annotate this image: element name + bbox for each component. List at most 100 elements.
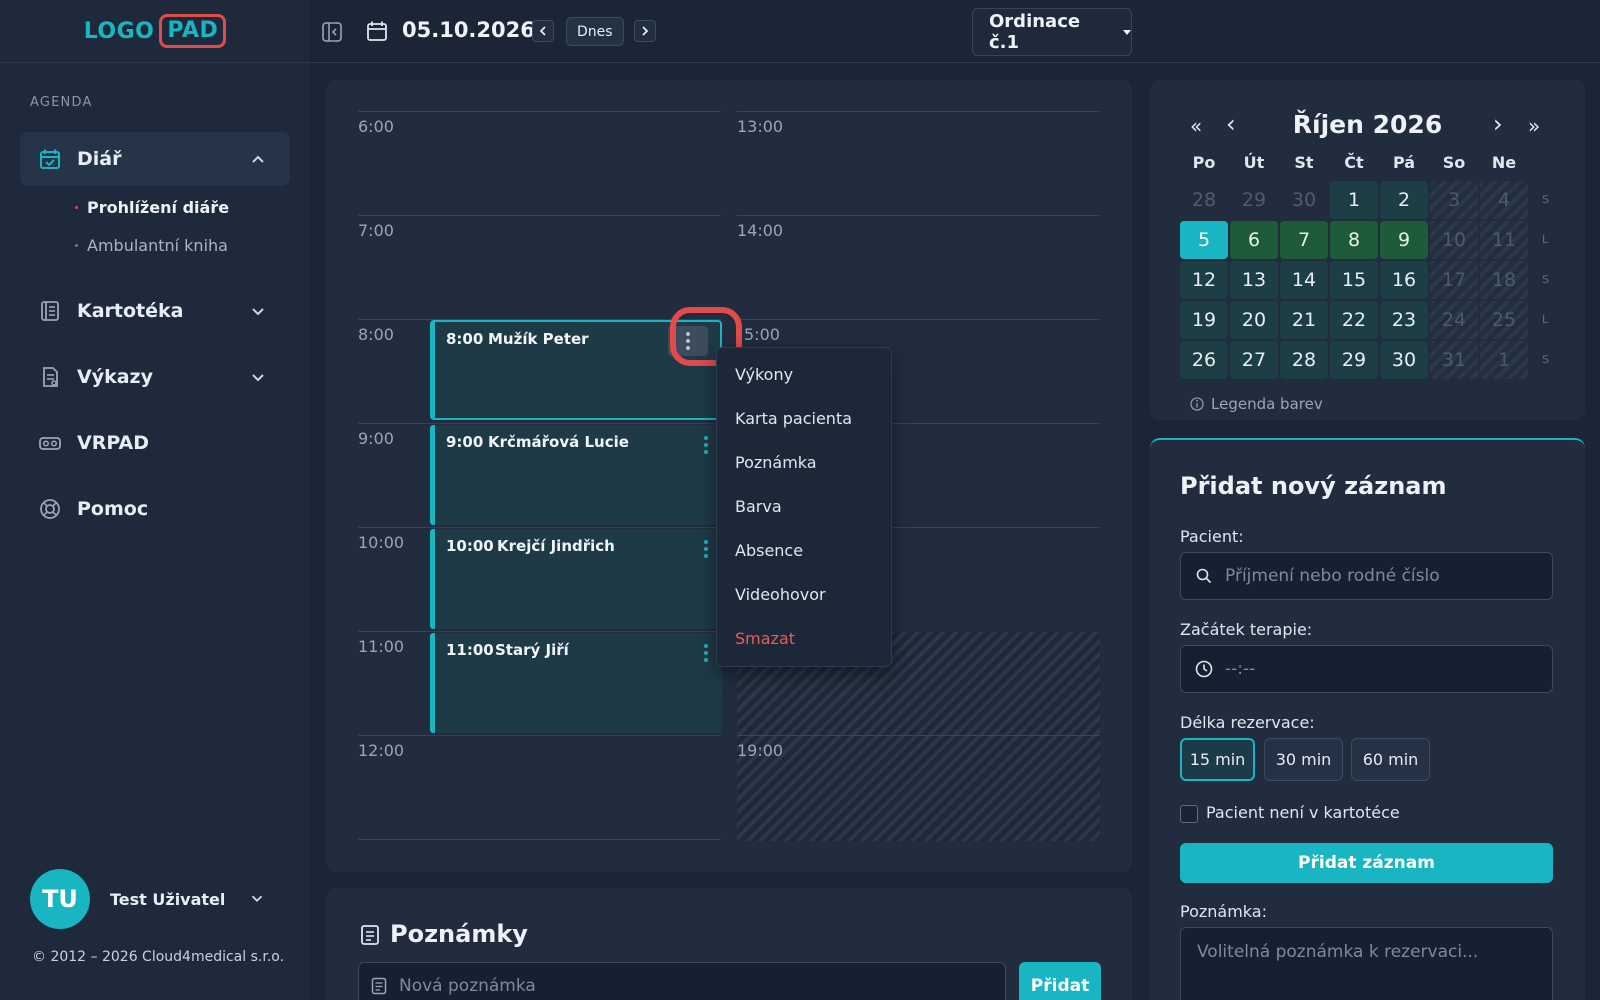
next-month-button[interactable]: › xyxy=(1493,110,1503,138)
calendar-day[interactable]: 13 xyxy=(1230,261,1278,299)
calendar-day[interactable]: 1 xyxy=(1480,341,1528,379)
sidebar-item-label: Pomoc xyxy=(77,498,149,520)
color-legend[interactable]: Legenda barev xyxy=(1190,395,1323,413)
mini-calendar: Říjen 2026 « ‹ › » Po Út St Čt Pá So Ne … xyxy=(1150,80,1585,420)
calendar-day[interactable]: 31 xyxy=(1430,341,1478,379)
appointment-card[interactable]: 11:00 Starý Jiří xyxy=(430,633,722,733)
sidebar-item-kartoteka[interactable]: Kartotéka xyxy=(20,284,290,338)
menu-item-absence[interactable]: Absence xyxy=(735,541,803,560)
calendar-day[interactable]: 9 xyxy=(1380,221,1428,259)
user-menu[interactable]: TU Test Uživatel xyxy=(30,869,263,929)
office-select[interactable]: Ordinace č.1 xyxy=(972,8,1132,56)
kebab-dot xyxy=(704,443,708,447)
appointment-time: 8:00 xyxy=(446,330,484,348)
avatar: TU xyxy=(30,869,90,929)
lifebuoy-icon xyxy=(38,497,62,521)
calendar-day[interactable]: 2 xyxy=(1380,181,1428,219)
calendar-icon[interactable] xyxy=(365,19,389,43)
next-day-button[interactable] xyxy=(634,20,656,42)
menu-item-vykony[interactable]: Výkony xyxy=(735,365,793,384)
calendar-day[interactable]: 14 xyxy=(1280,261,1328,299)
sidebar-subitem-ambulantni[interactable]: Ambulantní kniha xyxy=(75,236,228,255)
calendar-day[interactable]: 28 xyxy=(1280,341,1328,379)
calendar-day[interactable]: 11 xyxy=(1480,221,1528,259)
calendar-day[interactable]: 5 xyxy=(1180,221,1228,259)
calendar-day[interactable]: 15 xyxy=(1330,261,1378,299)
grid-line xyxy=(358,423,721,424)
sidebar-item-diar[interactable]: Diář xyxy=(20,132,290,186)
calendar-day[interactable]: 17 xyxy=(1430,261,1478,299)
prev-month-button[interactable]: ‹ xyxy=(1226,110,1236,138)
more-vertical-icon[interactable] xyxy=(696,537,716,561)
calendar-day[interactable]: 3 xyxy=(1430,181,1478,219)
calendar-day[interactable]: 23 xyxy=(1380,301,1428,339)
week-type-label: S xyxy=(1542,193,1549,206)
menu-item-poznamka[interactable]: Poznámka xyxy=(735,453,817,472)
sidebar-item-label: VRPAD xyxy=(77,432,149,454)
next-year-button[interactable]: » xyxy=(1528,114,1540,138)
calendar-day[interactable]: 27 xyxy=(1230,341,1278,379)
sidebar-item-vykazy[interactable]: Výkazy xyxy=(20,350,290,404)
calendar-day[interactable]: 1 xyxy=(1330,181,1378,219)
sidebar-subitem-prohlizeni[interactable]: Prohlížení diáře xyxy=(75,198,229,217)
calendar-day[interactable]: 8 xyxy=(1330,221,1378,259)
patient-search-input[interactable]: Příjmení nebo rodné číslo xyxy=(1180,552,1553,600)
info-icon xyxy=(1190,397,1204,411)
logo[interactable]: LOGO PAD xyxy=(0,0,310,63)
not-in-registry-checkbox[interactable] xyxy=(1180,805,1198,823)
calendar-day[interactable]: 30 xyxy=(1380,341,1428,379)
vr-headset-icon xyxy=(38,431,62,455)
sidebar-item-vrpad[interactable]: VRPAD xyxy=(20,416,290,470)
topbar: 05.10.2026 Dnes Ordinace č.1 xyxy=(310,0,1600,63)
calendar-month-title: Říjen 2026 xyxy=(1292,110,1443,139)
time-label: 9:00 xyxy=(358,429,394,448)
duration-30-button[interactable]: 30 min xyxy=(1264,738,1343,781)
calendar-day[interactable]: 29 xyxy=(1330,341,1378,379)
appointment-card[interactable]: 10:00 Krejčí Jindřich xyxy=(430,529,722,629)
calendar-day[interactable]: 29 xyxy=(1230,181,1278,219)
calendar-day[interactable]: 24 xyxy=(1430,301,1478,339)
copyright: © 2012 – 2026 Cloud4medical s.r.o. xyxy=(32,949,285,965)
time-label: 8:00 xyxy=(358,325,394,344)
calendar-day[interactable]: 26 xyxy=(1180,341,1228,379)
weekday-label: Út xyxy=(1243,153,1265,172)
duration-60-button[interactable]: 60 min xyxy=(1351,738,1430,781)
new-note-input[interactable]: Nová poznámka xyxy=(358,962,1006,1000)
calendar-day[interactable]: 19 xyxy=(1180,301,1228,339)
calendar-day[interactable]: 30 xyxy=(1280,181,1328,219)
calendar-day[interactable]: 28 xyxy=(1180,181,1228,219)
note-textarea[interactable]: Volitelná poznámka k rezervaci... xyxy=(1180,927,1553,1000)
calendar-day[interactable]: 6 xyxy=(1230,221,1278,259)
duration-15-button[interactable]: 15 min xyxy=(1180,738,1255,781)
prev-year-button[interactable]: « xyxy=(1190,114,1202,138)
calendar-day[interactable]: 20 xyxy=(1230,301,1278,339)
calendar-day[interactable]: 4 xyxy=(1480,181,1528,219)
today-button[interactable]: Dnes xyxy=(566,17,624,46)
sidebar-toggle-icon[interactable] xyxy=(320,20,344,44)
calendar-day[interactable]: 18 xyxy=(1480,261,1528,299)
calendar-day[interactable]: 25 xyxy=(1480,301,1528,339)
sidebar-item-label: Diář xyxy=(77,148,122,170)
weekday-label: Pá xyxy=(1392,153,1416,172)
calendar-day[interactable]: 21 xyxy=(1280,301,1328,339)
menu-item-barva[interactable]: Barva xyxy=(735,497,782,516)
add-record-button[interactable]: Přidat záznam xyxy=(1180,843,1553,883)
calendar-day[interactable]: 22 xyxy=(1330,301,1378,339)
more-vertical-icon[interactable] xyxy=(696,433,716,457)
calendar-day[interactable]: 10 xyxy=(1430,221,1478,259)
menu-item-smazat[interactable]: Smazat xyxy=(735,629,795,648)
add-note-button[interactable]: Přidat xyxy=(1019,962,1101,1000)
search-icon xyxy=(1195,567,1213,585)
menu-item-videohovor[interactable]: Videohovor xyxy=(735,585,826,604)
chevron-down-icon xyxy=(252,374,264,382)
start-time-input[interactable]: --:-- xyxy=(1180,645,1553,693)
sidebar-item-pomoc[interactable]: Pomoc xyxy=(20,482,290,536)
calendar-day[interactable]: 12 xyxy=(1180,261,1228,299)
calendar-day[interactable]: 16 xyxy=(1380,261,1428,299)
calendar-day[interactable]: 7 xyxy=(1280,221,1328,259)
menu-item-karta-pacienta[interactable]: Karta pacienta xyxy=(735,409,852,428)
appointment-card[interactable]: 9:00 Krčmářová Lucie xyxy=(430,425,722,525)
prev-day-button[interactable] xyxy=(532,20,554,42)
more-vertical-icon[interactable] xyxy=(696,641,716,665)
report-icon xyxy=(38,365,62,389)
